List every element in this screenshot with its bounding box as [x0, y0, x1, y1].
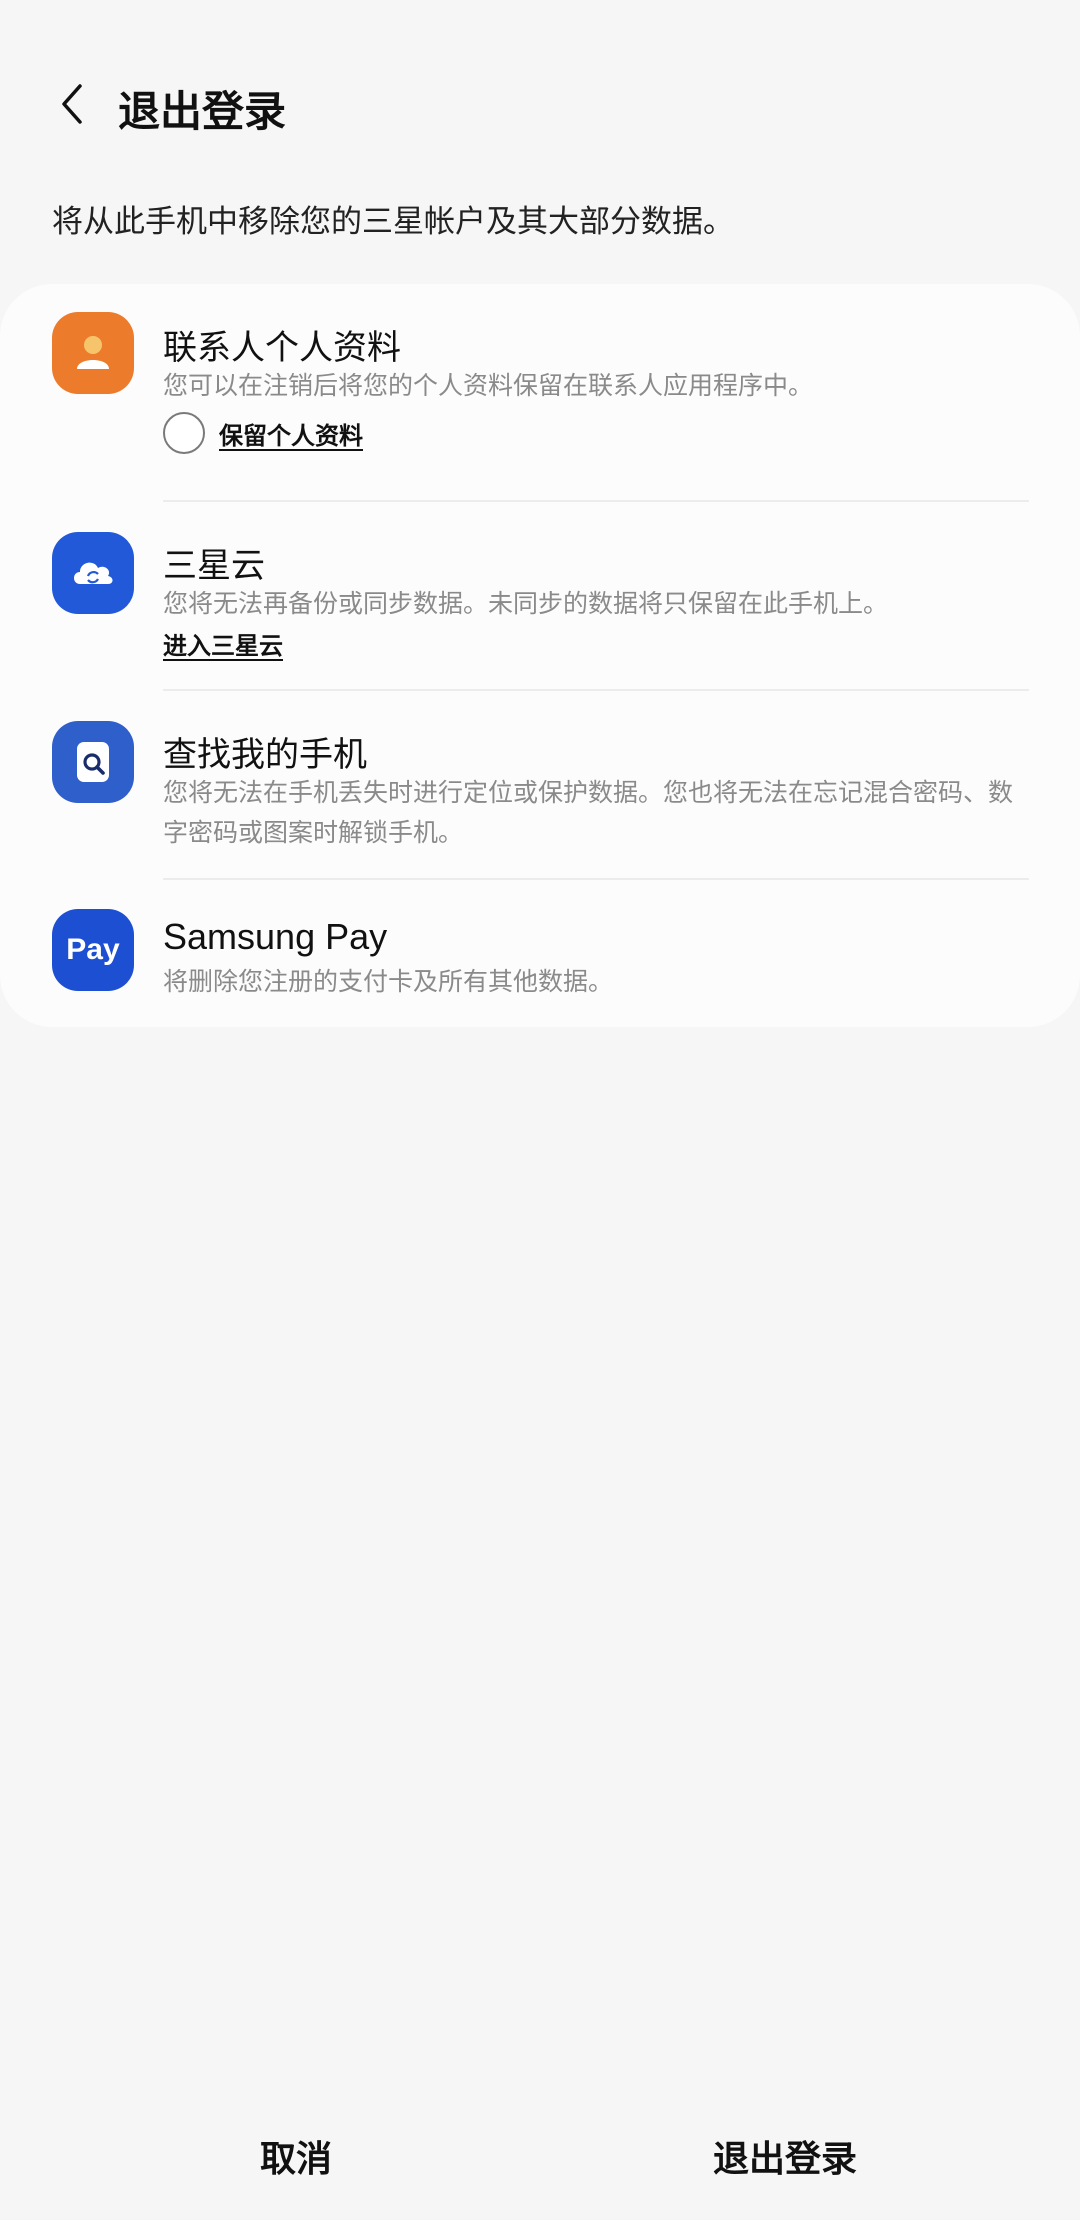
divider [163, 878, 1029, 880]
keep-profile-checkbox-row[interactable]: 保留个人资料 [163, 412, 363, 454]
samsung-pay-icon-text: Pay [66, 933, 120, 966]
page-title: 退出登录 [118, 87, 287, 136]
contact-person-icon [52, 312, 134, 394]
item-description: 您将无法在手机丢失时进行定位或保护数据。您也将无法在忘记混合密码、数字密码或图案… [163, 778, 1014, 847]
intro-text: 将从此手机中移除您的三星帐户及其大部分数据。 [52, 204, 734, 240]
item-title: 三星云 [163, 546, 265, 586]
divider [163, 500, 1029, 502]
item-title: 联系人个人资料 [163, 328, 401, 368]
data-removal-card: 联系人个人资料 您可以在注销后将您的个人资料保留在联系人应用程序中。 保留个人资… [0, 284, 1080, 1027]
keep-profile-checkbox[interactable] [163, 412, 205, 454]
item-description: 将删除您注册的支付卡及所有其他数据。 [163, 967, 614, 996]
sign-out-screen: 退出登录 将从此手机中移除您的三星帐户及其大部分数据。 联系人个人资料 您可以在… [0, 0, 1080, 2220]
item-title: 查找我的手机 [163, 735, 367, 775]
find-phone-search-icon [52, 721, 134, 803]
item-title: Samsung Pay [163, 916, 388, 957]
keep-profile-label[interactable]: 保留个人资料 [219, 416, 363, 451]
item-description: 您可以在注销后将您的个人资料保留在联系人应用程序中。 [163, 371, 814, 400]
samsung-pay-icon: Pay [52, 909, 134, 991]
divider [163, 689, 1029, 691]
item-description: 您将无法再备份或同步数据。未同步的数据将只保留在此手机上。 [163, 589, 889, 618]
cancel-button[interactable]: 取消 [216, 2130, 376, 2182]
header: 退出登录 [0, 60, 1080, 150]
sign-out-button[interactable]: 退出登录 [690, 2130, 880, 2182]
back-button[interactable] [44, 76, 100, 132]
chevron-left-icon [62, 84, 82, 124]
cloud-sync-icon [52, 532, 134, 614]
go-to-samsung-cloud-link[interactable]: 进入三星云 [163, 626, 283, 661]
